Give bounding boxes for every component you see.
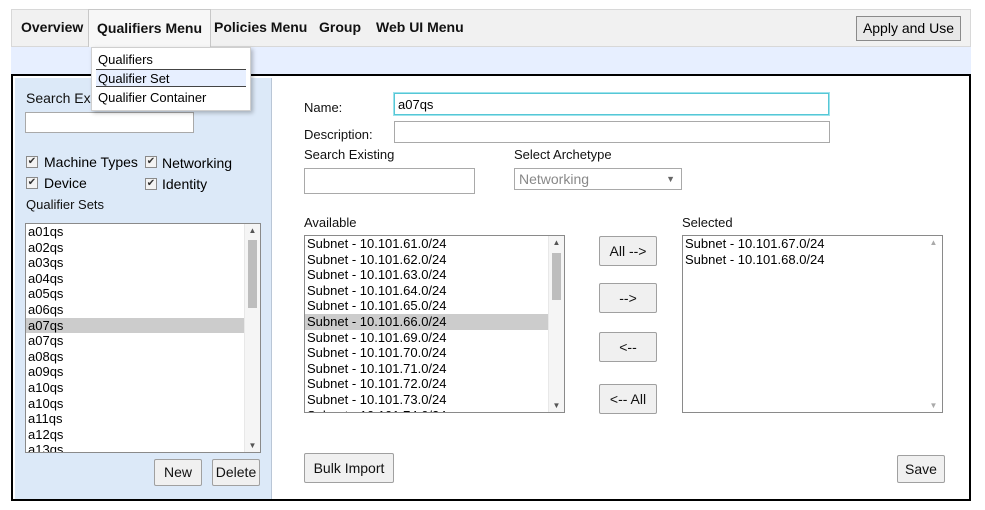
scroll-up-icon[interactable]: ▲ [926,238,941,247]
qualifiers-dropdown-menu: Qualifiers Qualifier Set Qualifier Conta… [91,47,251,111]
scrollbar[interactable]: ▲ ▼ [244,224,260,452]
nav-overview[interactable]: Overview [21,10,83,46]
checkbox-machine-types[interactable]: ✔ [26,156,38,168]
bulk-import-button[interactable]: Bulk Import [304,453,394,483]
nav-policies-menu[interactable]: Policies Menu [214,10,307,46]
scroll-up-icon[interactable]: ▲ [245,226,260,235]
checkbox-networking[interactable]: ✔ [145,156,157,168]
delete-button[interactable]: Delete [212,459,260,486]
qualifier-set-list-item[interactable]: a03qs [26,255,260,271]
nav-group[interactable]: Group [319,10,361,46]
available-list[interactable]: Subnet - 10.101.61.0/24 Subnet - 10.101.6… [304,235,565,413]
qualifier-set-list-item[interactable]: a08qs [26,349,260,365]
available-list-item[interactable]: Subnet - 10.101.69.0/24 [305,330,564,346]
qualifier-set-list-item[interactable]: a04qs [26,271,260,287]
name-input[interactable] [393,92,830,116]
move-left-button[interactable]: <-- [599,332,657,362]
qualifier-set-list-item[interactable]: a05qs [26,286,260,302]
name-label: Name: [304,100,343,115]
scroll-thumb[interactable] [248,240,257,308]
selected-list[interactable]: Subnet - 10.101.67.0/24 Subnet - 10.101.6… [682,235,943,413]
qualifier-set-list-item[interactable]: a01qs [26,224,260,240]
available-list-item[interactable]: Subnet - 10.101.63.0/24 [305,267,564,283]
archetype-select[interactable]: Networking ▼ [514,168,682,190]
selected-list-item[interactable]: Subnet - 10.101.68.0/24 [683,252,942,268]
qualifier-set-list-item[interactable]: a10qs [26,396,260,412]
available-list-item[interactable]: Subnet - 10.101.72.0/24 [305,376,564,392]
selected-label: Selected [682,215,733,230]
qualifier-sets-label: Qualifier Sets [26,197,105,212]
left-panel: Search Ex ✔ Machine Types ✔ Networking ✔… [15,78,272,499]
checkbox-label: Machine Types [44,154,138,170]
menu-item-qualifier-container[interactable]: Qualifier Container [96,89,246,107]
available-list-item[interactable]: Subnet - 10.101.62.0/24 [305,252,564,268]
search-existing-input[interactable] [304,168,475,194]
menu-item-qualifier-set[interactable]: Qualifier Set [96,69,246,87]
nav-qualifiers-menu[interactable]: Qualifiers Menu [88,9,212,49]
search-qualifier-sets-input[interactable] [25,112,194,133]
qualifier-set-list-item[interactable]: a02qs [26,240,260,256]
scroll-down-icon[interactable]: ▼ [245,441,260,450]
available-list-item[interactable]: Subnet - 10.101.66.0/24 [305,313,564,330]
qualifier-set-list-item[interactable]: a10qs [26,380,260,396]
scroll-down-icon[interactable]: ▼ [926,401,941,410]
qualifier-set-list-item[interactable]: a11qs [26,411,260,427]
move-right-button[interactable]: --> [599,283,657,313]
scroll-thumb[interactable] [552,253,561,300]
checkbox-label: Device [44,175,87,191]
scroll-down-icon[interactable]: ▼ [549,401,564,410]
qualifier-sets-list[interactable]: a01qs a02qs a03qs a04qs a05qs a06qs a07qs a07qs… [25,223,261,453]
chevron-down-icon: ▼ [666,174,675,184]
scroll-up-icon[interactable]: ▲ [549,238,564,247]
checkbox-label: Networking [162,155,233,171]
checkbox-device[interactable]: ✔ [26,177,38,189]
available-list-item[interactable]: Subnet - 10.101.64.0/24 [305,283,564,299]
available-list-item[interactable]: Subnet - 10.101.73.0/24 [305,392,564,408]
save-button[interactable]: Save [897,455,945,483]
scrollbar[interactable]: ▲ ▼ [548,236,564,412]
checkbox-label: Identity [162,176,208,192]
search-existing-label: Search Existing [304,147,395,162]
checkbox-identity[interactable]: ✔ [145,178,157,190]
top-nav-bar: Overview Qualifiers Menu Policies Menu G… [11,9,971,49]
available-list-item[interactable]: Subnet - 10.101.70.0/24 [305,345,564,361]
description-input[interactable] [394,121,830,143]
qualifier-set-list-item[interactable]: a09qs [26,364,260,380]
qualifier-set-list-item[interactable]: a06qs [26,302,260,318]
qualifier-set-list-item[interactable]: a07qs [26,333,260,349]
available-list-item[interactable]: Subnet - 10.101.71.0/24 [305,361,564,377]
apply-and-use-button[interactable]: Apply and Use [855,16,961,41]
archetype-value: Networking [519,171,590,187]
available-label: Available [304,215,357,230]
nav-web-ui-menu[interactable]: Web UI Menu [376,10,464,46]
select-archetype-label: Select Archetype [514,147,612,162]
menu-item-qualifiers[interactable]: Qualifiers [96,51,246,69]
qualifier-set-list-item[interactable]: a13qs [26,442,260,452]
description-label: Description: [304,127,373,142]
new-button[interactable]: New [154,459,202,486]
qualifier-set-list-item[interactable]: a12qs [26,427,260,443]
scrollbar[interactable]: ▲ ▼ [926,236,942,412]
move-all-left-button[interactable]: <-- All [599,384,657,414]
search-existing-label: Search Ex [26,90,91,106]
available-list-item[interactable]: Subnet - 10.101.74.0/24 [305,408,564,412]
selected-list-item[interactable]: Subnet - 10.101.67.0/24 [683,236,942,252]
qualifier-set-list-item[interactable]: a07qs [26,317,260,334]
available-list-item[interactable]: Subnet - 10.101.61.0/24 [305,236,564,252]
available-list-item[interactable]: Subnet - 10.101.65.0/24 [305,298,564,314]
main-panel: Search Ex ✔ Machine Types ✔ Networking ✔… [11,74,971,501]
move-all-right-button[interactable]: All --> [599,236,657,266]
